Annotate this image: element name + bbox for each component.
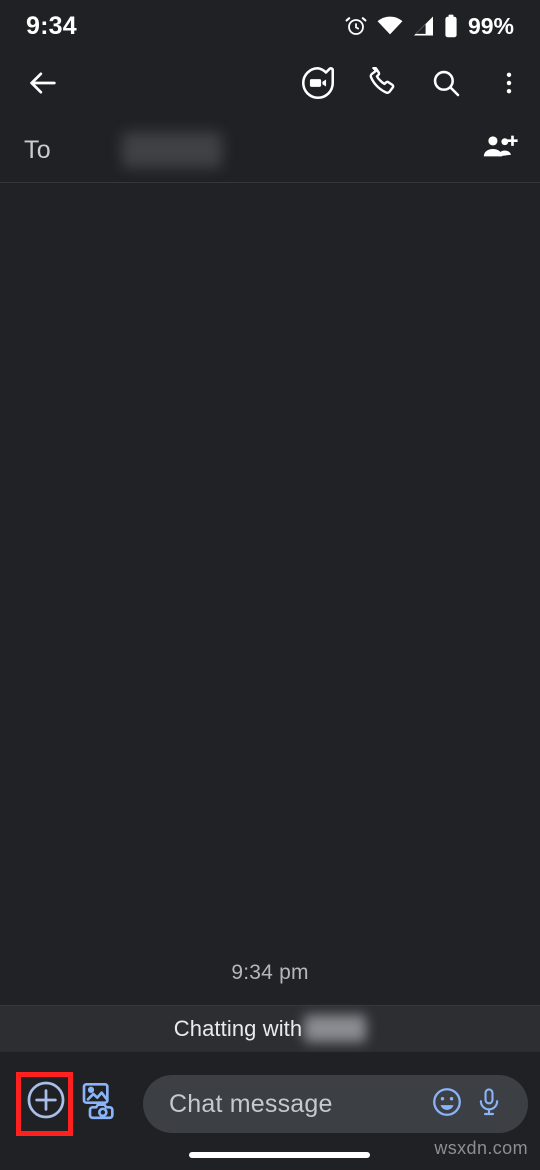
add-circle-icon	[24, 1078, 68, 1127]
to-label: To	[24, 135, 52, 164]
conversation-toolbar	[0, 52, 540, 118]
chat-message-input[interactable]: Chat message	[143, 1075, 528, 1133]
add-people-button[interactable]	[480, 132, 518, 169]
home-indicator[interactable]	[189, 1152, 370, 1158]
more-vert-icon	[495, 69, 523, 102]
video-call-button[interactable]	[286, 52, 350, 118]
chatting-with-label: Chatting with	[173, 1015, 303, 1041]
status-bar-indicators: 99%	[344, 13, 514, 40]
alarm-icon	[344, 14, 368, 38]
phone-call-button[interactable]	[350, 52, 414, 118]
status-bar: 9:34 99%	[0, 0, 540, 52]
battery-icon	[444, 14, 458, 38]
gallery-camera-button[interactable]	[78, 1080, 122, 1124]
status-bar-clock: 9:34	[26, 11, 77, 40]
microphone-icon	[473, 1086, 505, 1123]
back-arrow-icon	[26, 66, 60, 105]
recipient-chip-redacted[interactable]	[122, 132, 223, 168]
back-button[interactable]	[8, 52, 78, 118]
toolbar-actions	[286, 52, 540, 118]
video-call-icon	[301, 66, 335, 105]
phone-call-icon	[366, 65, 398, 104]
emoji-button[interactable]	[426, 1083, 468, 1125]
search-icon	[430, 67, 462, 104]
chatting-with-name-redacted	[304, 1015, 367, 1042]
chat-message-placeholder: Chat message	[169, 1089, 333, 1118]
chatting-with-banner: Chatting with	[0, 1005, 540, 1052]
recipient-row[interactable]: To	[0, 118, 540, 183]
watermark: wsxdn.com	[434, 1138, 528, 1158]
gallery-camera-icon	[80, 1080, 120, 1125]
wifi-icon	[377, 15, 403, 37]
search-button[interactable]	[414, 52, 478, 118]
thread-timestamp: 9:34 pm	[231, 961, 309, 984]
cellular-signal-icon	[412, 15, 435, 37]
emoji-icon	[430, 1085, 464, 1124]
battery-percentage: 99%	[467, 12, 514, 39]
messages-conversation-screen: 9:34 99% To 9:34 pm Chatting with Chat m…	[0, 0, 540, 1170]
add-people-icon	[480, 135, 518, 168]
overflow-menu-button[interactable]	[478, 52, 540, 118]
voice-input-button[interactable]	[468, 1083, 510, 1125]
message-thread[interactable]: 9:34 pm	[0, 184, 540, 1005]
add-attachment-button[interactable]	[22, 1078, 70, 1126]
